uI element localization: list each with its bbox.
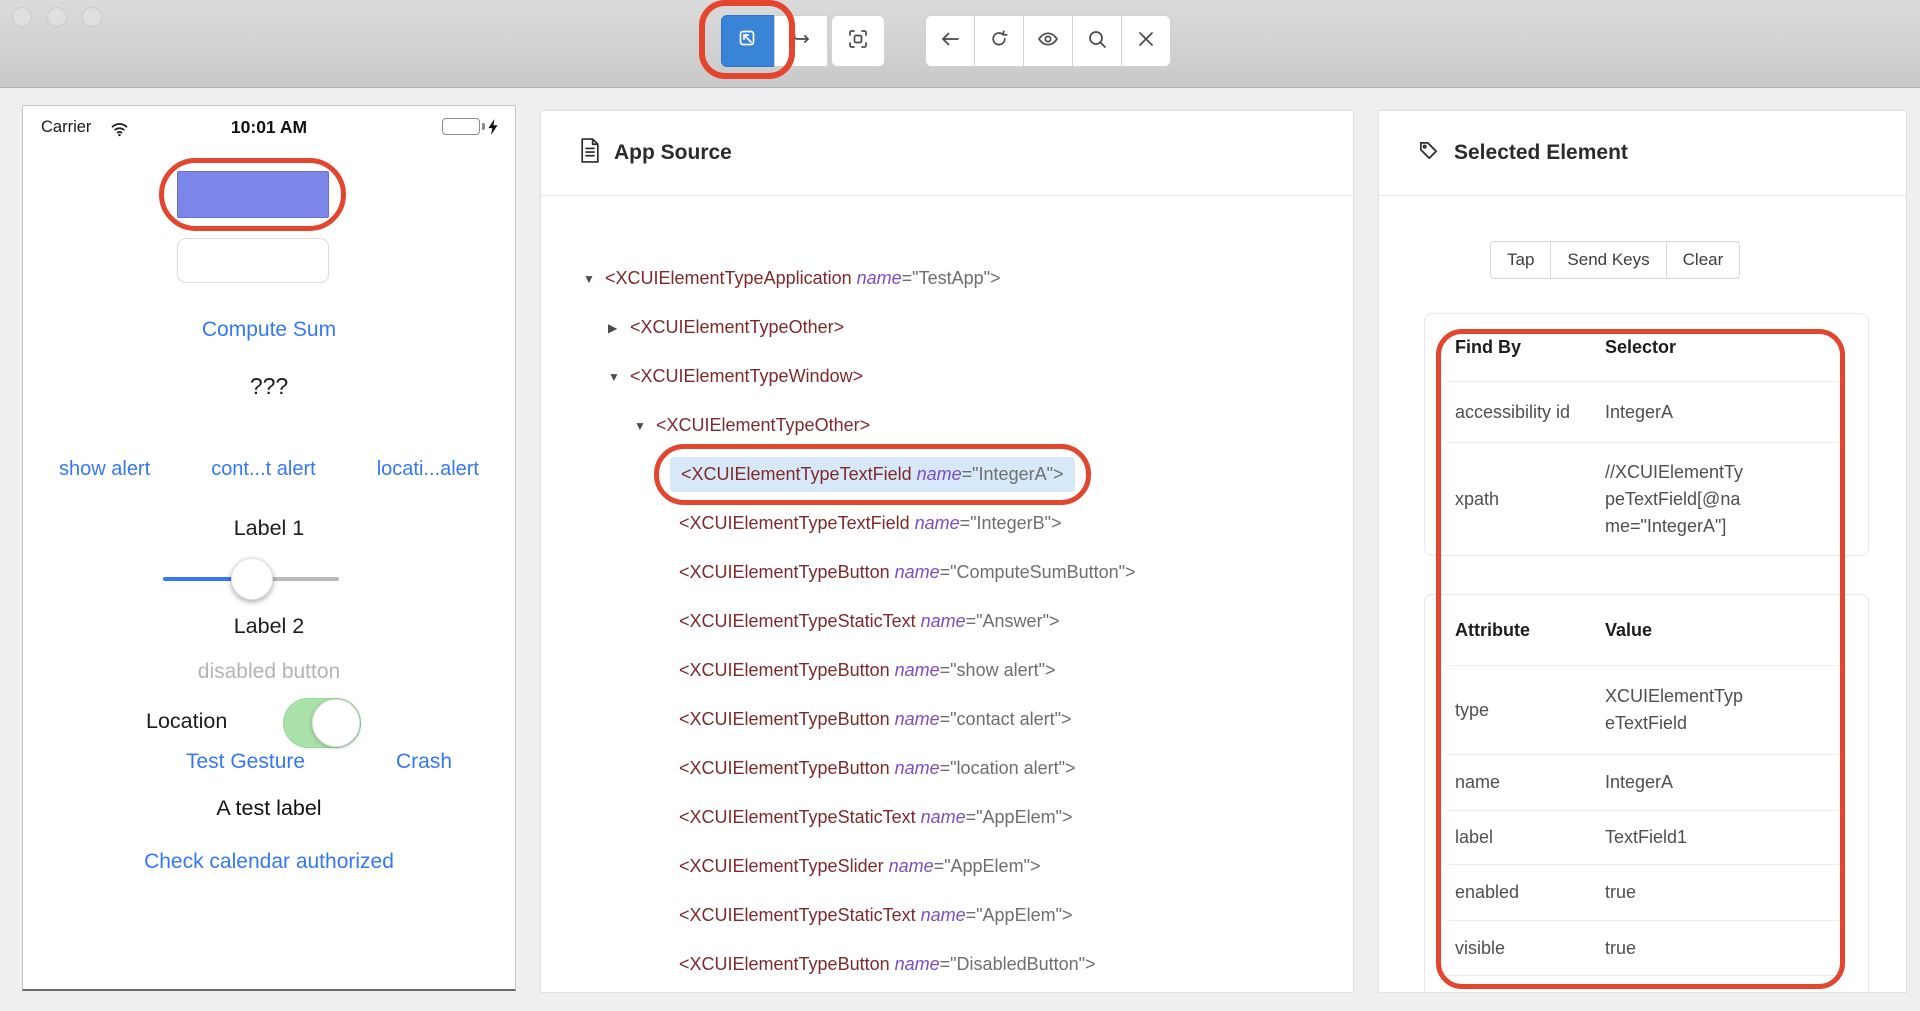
- attributes-table: Attribute Value type XCUIElementTypeText…: [1424, 594, 1869, 993]
- slider-track-filled[interactable]: [163, 577, 235, 581]
- app-source-header: App Source: [541, 111, 1353, 196]
- tap-by-coordinates-icon: [846, 27, 870, 56]
- tree-row[interactable]: <XCUIElementTypeButtonname="location ale…: [541, 744, 1353, 793]
- toggle-knob: [312, 699, 360, 747]
- crash-button[interactable]: Crash: [396, 750, 452, 774]
- alert-links-row: show alert cont...t alert locati...alert: [59, 458, 479, 481]
- location-alert-button[interactable]: locati...alert: [377, 458, 479, 481]
- caret-icon[interactable]: ▼: [608, 370, 630, 384]
- window-close-button[interactable]: [12, 7, 32, 27]
- test-gesture-button[interactable]: Test Gesture: [186, 750, 305, 774]
- eye-icon: [1036, 27, 1060, 56]
- tree-row[interactable]: <XCUIElementTypeStaticTextname="Answer">: [541, 597, 1353, 646]
- table-row: visible true: [1425, 921, 1868, 975]
- selected-element-header: Selected Element: [1379, 111, 1906, 196]
- tree-row[interactable]: <XCUIElementTypeStaticTextname="AppElem"…: [541, 793, 1353, 842]
- window-minimize-button[interactable]: [47, 7, 67, 27]
- find-by-table: Find By Selector accessibility id Intege…: [1424, 313, 1869, 556]
- search-icon: [1085, 27, 1109, 56]
- close-icon: [1134, 27, 1158, 56]
- selected-tree-node[interactable]: <XCUIElementTypeTextFieldname="IntegerA"…: [670, 457, 1075, 492]
- source-tree: ▼ <XCUIElementTypeApplicationname="TestA…: [541, 196, 1353, 989]
- table-row: label TextField1: [1425, 811, 1868, 864]
- document-icon: [579, 138, 600, 168]
- send-keys-button[interactable]: Send Keys: [1550, 241, 1666, 279]
- show-alert-button[interactable]: show alert: [59, 458, 150, 481]
- table-row: enabled true: [1425, 865, 1868, 920]
- quit-session-button[interactable]: [1121, 15, 1171, 67]
- tree-row[interactable]: <XCUIElementTypeButtonname="show alert">: [541, 646, 1353, 695]
- back-icon: [938, 27, 962, 56]
- table-row: name IntegerA: [1425, 755, 1868, 810]
- caret-icon[interactable]: ▼: [634, 419, 656, 433]
- tree-row[interactable]: <XCUIElementTypeTextFieldname="IntegerB"…: [541, 499, 1353, 548]
- table-row: accessibility id IntegerA: [1425, 382, 1868, 442]
- check-calendar-button[interactable]: Check calendar authorized: [23, 850, 515, 874]
- battery-icon: [442, 118, 480, 135]
- tree-row[interactable]: ▼ <XCUIElementTypeApplicationname="TestA…: [541, 254, 1353, 303]
- slider-knob[interactable]: [231, 558, 273, 600]
- tree-row[interactable]: <XCUIElementTypeButtonname="DisabledButt…: [541, 940, 1353, 989]
- find-by-header-row: Find By Selector: [1425, 314, 1868, 381]
- charging-bolt-icon: [487, 119, 499, 135]
- disabled-button: disabled button: [23, 660, 515, 684]
- table-row-clipped: [1425, 976, 1868, 993]
- tree-row[interactable]: <XCUIElementTypeStaticTextname="AppElem"…: [541, 891, 1353, 940]
- selected-element-panel: Selected Element Tap Send Keys Clear Fin…: [1378, 110, 1907, 993]
- back-button[interactable]: [925, 15, 975, 67]
- label-2[interactable]: Label 2: [23, 614, 515, 639]
- app-source-panel: App Source ▼ <XCUIElementTypeApplication…: [540, 110, 1354, 993]
- integer-b-textfield[interactable]: [177, 238, 329, 283]
- caret-icon[interactable]: ▶: [608, 321, 630, 335]
- device-screenshot-panel: Carrier 10:01 AM Compute Sum ??? show al…: [22, 105, 516, 991]
- tap-by-coordinates-button[interactable]: [831, 15, 885, 67]
- answer-label[interactable]: ???: [23, 373, 515, 400]
- toggle-highlight-button[interactable]: [1023, 15, 1073, 67]
- tree-row-selected[interactable]: <XCUIElementTypeTextFieldname="IntegerA"…: [541, 450, 1353, 499]
- element-actions-group: Tap Send Keys Clear: [1490, 241, 1906, 279]
- table-row: type XCUIElementTypeTextField: [1425, 666, 1868, 754]
- tree-row[interactable]: ▶ <XCUIElementTypeOther>: [541, 303, 1353, 352]
- integer-a-textfield-highlighted[interactable]: [177, 171, 329, 218]
- attributes-header-row: Attribute Value: [1425, 595, 1868, 665]
- location-label[interactable]: Location: [146, 709, 227, 734]
- search-button[interactable]: [1072, 15, 1122, 67]
- tag-icon: [1417, 139, 1440, 167]
- location-toggle[interactable]: [283, 698, 361, 748]
- select-element-icon: [736, 27, 760, 56]
- selected-element-title: Selected Element: [1454, 141, 1628, 165]
- refresh-button[interactable]: [974, 15, 1024, 67]
- titlebar: [0, 0, 1920, 88]
- test-label[interactable]: A test label: [23, 796, 515, 821]
- contact-alert-button[interactable]: cont...t alert: [211, 458, 316, 481]
- tree-row[interactable]: ▼ <XCUIElementTypeOther>: [541, 401, 1353, 450]
- tap-button[interactable]: Tap: [1490, 241, 1551, 279]
- refresh-icon: [987, 27, 1011, 56]
- swipe-by-coordinates-icon: [789, 27, 813, 56]
- appium-inspector-window: Carrier 10:01 AM Compute Sum ??? show al…: [0, 0, 1920, 1011]
- tree-row[interactable]: <XCUIElementTypeButtonname="contact aler…: [541, 695, 1353, 744]
- tree-row[interactable]: <XCUIElementTypeSlidername="AppElem">: [541, 842, 1353, 891]
- toolbar-action-group: [925, 15, 1171, 67]
- swipe-by-coordinates-button[interactable]: [774, 15, 828, 67]
- tree-row[interactable]: <XCUIElementTypeButtonname="ComputeSumBu…: [541, 548, 1353, 597]
- label-1[interactable]: Label 1: [23, 516, 515, 541]
- app-source-title: App Source: [614, 141, 732, 165]
- tree-row[interactable]: ▼ <XCUIElementTypeWindow>: [541, 352, 1353, 401]
- select-element-button[interactable]: [721, 15, 775, 67]
- toolbar-mode-group: [721, 15, 885, 67]
- caret-icon[interactable]: ▼: [583, 272, 605, 286]
- compute-sum-button[interactable]: Compute Sum: [23, 318, 515, 342]
- battery-indicator: [442, 118, 499, 135]
- window-zoom-button[interactable]: [82, 7, 102, 27]
- clear-button[interactable]: Clear: [1666, 241, 1741, 279]
- table-row: xpath //XCUIElementTypeTextField[@name="…: [1425, 443, 1868, 556]
